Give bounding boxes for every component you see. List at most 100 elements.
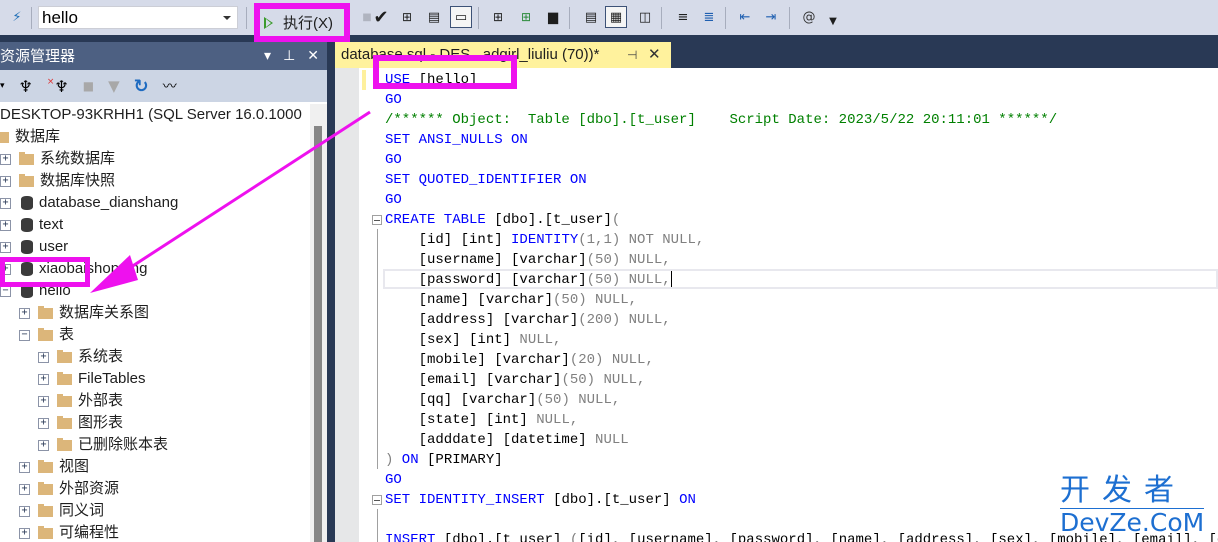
- fold-toggle-icon[interactable]: [372, 215, 382, 225]
- folder-icon: [38, 503, 53, 517]
- client-stats-icon[interactable]: ▆: [542, 6, 564, 28]
- expand-icon[interactable]: +: [19, 307, 30, 319]
- code-line[interactable]: [state] [int] NULL,: [385, 410, 1218, 430]
- overflow-icon[interactable]: ▼: [822, 10, 844, 32]
- expand-icon[interactable]: +: [0, 153, 11, 165]
- code-line[interactable]: [qq] [varchar](50) NULL,: [385, 390, 1218, 410]
- query-options-icon[interactable]: ▤: [423, 6, 445, 28]
- expand-icon[interactable]: +: [38, 351, 49, 363]
- code-line[interactable]: GO: [385, 150, 1218, 170]
- tree-node[interactable]: 数据库: [0, 126, 60, 148]
- parse-check-icon[interactable]: ✔: [370, 6, 392, 28]
- close-tab-icon[interactable]: ✕: [648, 42, 661, 68]
- code-line[interactable]: CREATE TABLE [dbo].[t_user](: [372, 210, 1218, 230]
- code-line[interactable]: [sex] [int] NULL,: [385, 330, 1218, 350]
- fold-toggle-icon[interactable]: [372, 495, 382, 505]
- close-icon[interactable]: ✕: [307, 42, 319, 70]
- connect-icon[interactable]: ♆: [19, 77, 33, 96]
- expand-icon[interactable]: +: [38, 373, 49, 385]
- filter-icon[interactable]: ▼: [108, 77, 120, 95]
- expand-icon[interactable]: +: [0, 219, 11, 231]
- expand-icon[interactable]: +: [38, 417, 49, 429]
- code-area[interactable]: USE [hello] GO/****** Object: Table [dbo]…: [372, 70, 1218, 542]
- tree-node[interactable]: + 可编程性: [19, 522, 119, 542]
- code-line[interactable]: GO: [385, 90, 1218, 110]
- object-explorer-scrollbar[interactable]: [310, 104, 327, 542]
- execute-button[interactable]: 执行(X): [254, 3, 350, 42]
- disconnect-icon[interactable]: ×♆: [47, 77, 69, 96]
- code-line[interactable]: /****** Object: Table [dbo].[t_user] Scr…: [385, 110, 1218, 130]
- ssms-window: ⚡ hello 执行(X) ■ ✔ ⊞ ▤ ▭ ⊞ ⊞ ▆ ▤ ▦ ◫ ≡ ≣ …: [0, 0, 1218, 542]
- code-line[interactable]: [username] [varchar](50) NULL,: [385, 250, 1218, 270]
- tree-node[interactable]: + 外部表: [38, 390, 123, 412]
- results-grid-icon[interactable]: ▦: [605, 6, 627, 28]
- uncomment-icon[interactable]: ≣: [698, 6, 720, 28]
- code-line[interactable]: ) ON [PRIMARY]: [385, 450, 1218, 470]
- scrollbar-thumb[interactable]: [314, 126, 322, 542]
- tree-node[interactable]: + FileTables: [38, 368, 146, 390]
- database-select[interactable]: hello: [38, 6, 238, 29]
- collapse-icon[interactable]: −: [19, 329, 30, 341]
- code-line[interactable]: GO: [385, 190, 1218, 210]
- window-position-dropdown-icon[interactable]: ▾: [264, 42, 271, 70]
- code-token: [username] [varchar]: [385, 252, 587, 268]
- expand-icon[interactable]: +: [0, 197, 11, 209]
- decrease-indent-icon[interactable]: ⇤: [734, 6, 756, 28]
- tree-node[interactable]: + 外部资源: [19, 478, 119, 500]
- folder-icon: [19, 151, 34, 165]
- chevron-down-icon[interactable]: [223, 16, 231, 20]
- pin-tab-icon[interactable]: ⊣: [627, 42, 637, 68]
- display-plan-icon[interactable]: ⊞: [396, 6, 418, 28]
- code-line[interactable]: [email] [varchar](50) NULL,: [385, 370, 1218, 390]
- code-line[interactable]: SET ANSI_NULLS ON: [385, 130, 1218, 150]
- code-line[interactable]: [id] [int] IDENTITY(1,1) NOT NULL,: [385, 230, 1218, 250]
- tree-node[interactable]: + 已删除账本表: [38, 434, 168, 456]
- results-file-icon[interactable]: ◫: [634, 6, 656, 28]
- collapse-icon[interactable]: −: [0, 285, 11, 297]
- execute-label: 执行(X): [283, 15, 333, 32]
- tree-node[interactable]: − 表: [19, 324, 74, 346]
- intellisense-icon[interactable]: ▭: [450, 6, 472, 28]
- comment-icon[interactable]: ≡: [672, 6, 694, 28]
- code-line[interactable]: [mobile] [varchar](20) NULL,: [385, 350, 1218, 370]
- panel-splitter[interactable]: [327, 42, 335, 542]
- tree-node[interactable]: + database_dianshang: [0, 192, 178, 214]
- expand-icon[interactable]: +: [19, 527, 30, 539]
- tree-node[interactable]: + text: [0, 214, 63, 236]
- connect-icon[interactable]: ⚡: [6, 6, 28, 28]
- include-plan-icon[interactable]: ⊞: [487, 6, 509, 28]
- expand-icon[interactable]: +: [19, 505, 30, 517]
- results-text-icon[interactable]: ▤: [580, 6, 602, 28]
- tree-node[interactable]: + 系统表: [38, 346, 123, 368]
- server-node[interactable]: DESKTOP-93KRHH1 (SQL Server 16.0.1000: [0, 104, 302, 126]
- tree-node[interactable]: + user: [0, 236, 68, 258]
- expand-icon[interactable]: +: [0, 241, 11, 253]
- code-line[interactable]: SET QUOTED_IDENTIFIER ON: [385, 170, 1218, 190]
- tree-node[interactable]: + 系统数据库: [0, 148, 115, 170]
- code-line[interactable]: [address] [varchar](200) NULL,: [385, 310, 1218, 330]
- expand-icon[interactable]: +: [38, 395, 49, 407]
- expand-icon[interactable]: +: [0, 175, 11, 187]
- expand-icon[interactable]: +: [38, 439, 49, 451]
- pin-icon[interactable]: ⊥: [283, 42, 295, 70]
- activity-monitor-icon[interactable]: 〰: [163, 76, 177, 96]
- code-line[interactable]: [adddate] [datetime] NULL: [385, 430, 1218, 450]
- specify-values-icon[interactable]: @: [798, 6, 820, 28]
- code-line[interactable]: [name] [varchar](50) NULL,: [385, 290, 1218, 310]
- tree-node[interactable]: + 图形表: [38, 412, 123, 434]
- expand-icon[interactable]: +: [19, 461, 30, 473]
- tree-node[interactable]: + 视图: [19, 456, 89, 478]
- increase-indent-icon[interactable]: ⇥: [760, 6, 782, 28]
- refresh-icon[interactable]: ↻: [134, 76, 149, 97]
- editor-gutter: [335, 68, 359, 542]
- query-editor[interactable]: USE [hello] GO/****** Object: Table [dbo]…: [335, 68, 1218, 542]
- expand-icon[interactable]: +: [19, 483, 30, 495]
- code-line[interactable]: [password] [varchar](50) NULL,: [385, 270, 1218, 290]
- code-token: [mobile] [varchar]: [385, 352, 570, 368]
- connect-dropdown-icon[interactable]: ▾: [0, 81, 5, 91]
- tree-node[interactable]: + 同义词: [19, 500, 104, 522]
- tree-node[interactable]: + 数据库关系图: [19, 302, 149, 324]
- tree-node[interactable]: + 数据库快照: [0, 170, 115, 192]
- live-stats-icon[interactable]: ⊞: [515, 6, 537, 28]
- stop-icon[interactable]: ■: [83, 79, 94, 93]
